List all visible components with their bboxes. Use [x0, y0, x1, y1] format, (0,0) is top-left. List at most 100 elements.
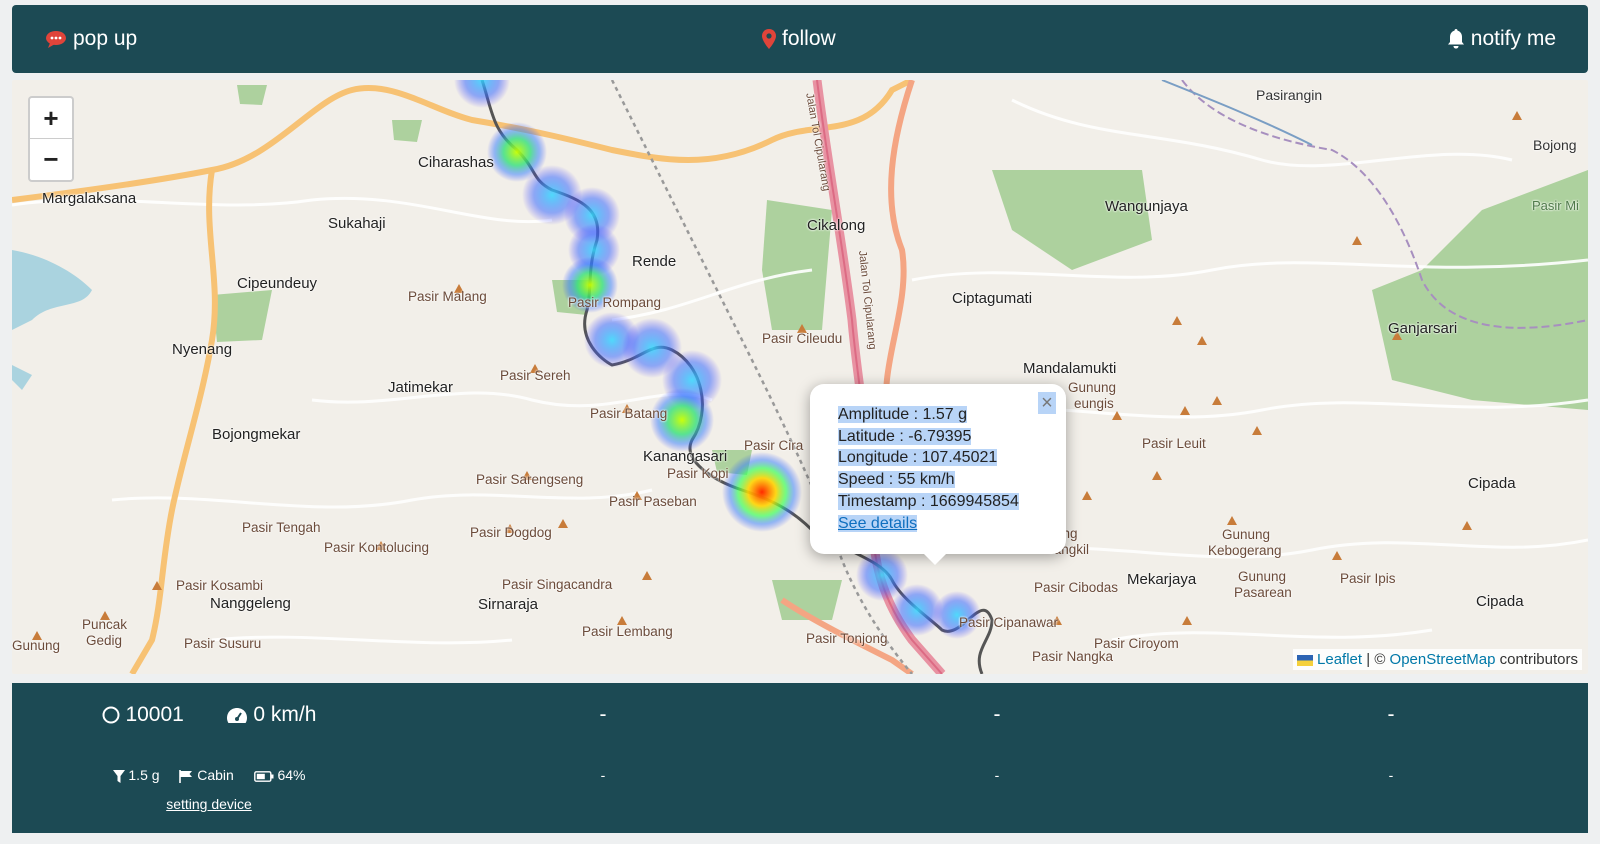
place-label: Nanggeleng: [210, 595, 291, 612]
popup-speed: Speed : 55 km/h: [838, 471, 955, 489]
place-label: Pasir Ipis: [1340, 571, 1396, 586]
panel-value: -: [993, 703, 1001, 726]
place-label: Gedig: [86, 633, 123, 648]
setting-device-link[interactable]: setting device: [166, 796, 252, 812]
circle-icon: [102, 706, 120, 724]
place-label: Gunung: [1068, 380, 1117, 395]
place-label: Mekarjaya: [1127, 571, 1197, 588]
zoom-in-button[interactable]: +: [30, 98, 72, 139]
notify-toggle-label: notify me: [1470, 27, 1556, 50]
place-label: Gunung: [12, 638, 61, 653]
device-details: 1.5 g Cabin 64%: [12, 767, 406, 783]
place-label: Ciharashas: [418, 154, 494, 171]
place-label: Pasirangin: [1256, 87, 1323, 103]
place-label: Pasir Rompang: [568, 295, 662, 310]
see-details-link[interactable]: See details: [838, 514, 918, 532]
attribution-contributors: contributors: [1499, 651, 1578, 668]
place-label: Pasir Batang: [590, 406, 668, 421]
map-popup: × Amplitude : 1.57 g Latitude : -6.79395…: [810, 384, 1066, 565]
place-label: Mandalamukti: [1023, 360, 1117, 377]
place-label: Pasir Leuit: [1142, 436, 1206, 451]
place-label: Bojongmekar: [212, 426, 301, 443]
place-label: Cikalong: [807, 217, 866, 234]
place-label: Puncak: [82, 617, 128, 632]
device-battery: 64%: [277, 767, 306, 783]
place-label: Pasir Cibodas: [1034, 580, 1119, 595]
device-panel: 10001 0 km/h 1.5 g Cabin 64% setting dev…: [12, 683, 406, 833]
osm-link[interactable]: OpenStreetMap: [1390, 651, 1496, 668]
place-label: Rende: [632, 253, 677, 270]
place-label: Pasir Malang: [408, 289, 487, 304]
place-label: Bojong: [1533, 137, 1577, 153]
popup-tip: [923, 553, 947, 565]
follow-toggle-label: follow: [782, 27, 836, 50]
top-bar: pop up follow notify me: [12, 5, 1588, 73]
place-label: Sukahaji: [328, 215, 386, 232]
device-setting-row: setting device: [12, 796, 406, 812]
place-label: Pasir Paseban: [609, 494, 697, 509]
flag-icon: [179, 769, 193, 783]
speedometer-icon: [226, 708, 247, 724]
popup-toggle[interactable]: pop up: [45, 5, 137, 73]
map-attribution: Leaflet | © OpenStreetMap contributors: [1292, 649, 1582, 670]
place-label: Pasarean: [1234, 585, 1292, 600]
place-label: Nyenang: [172, 341, 233, 358]
place-label: Kebogerang: [1208, 543, 1282, 558]
device-panel: - -: [1194, 683, 1588, 833]
follow-toggle[interactable]: follow: [762, 5, 836, 73]
popup-timestamp: Timestamp : 1669945854: [838, 492, 1019, 510]
place-label: Pasir Dogdog: [470, 525, 552, 540]
place-label: Cipada: [1476, 593, 1524, 610]
device-threshold: 1.5 g: [128, 767, 160, 783]
panel-value: -: [1387, 703, 1395, 726]
panel-detail: -: [600, 767, 606, 783]
speech-bubble-icon: [46, 31, 66, 48]
place-label: Jatimekar: [388, 379, 454, 396]
place-label: Margalaksana: [42, 190, 137, 207]
device-id: 10001: [125, 703, 184, 726]
place-label: Ciptagumati: [952, 290, 1033, 307]
device-summary: 10001 0 km/h: [12, 703, 406, 727]
popup-latitude: Latitude : -6.79395: [838, 427, 972, 445]
zoom-control: + −: [28, 96, 74, 182]
place-label: Pasir Cipanawar: [959, 615, 1059, 630]
place-label: Wangunjaya: [1105, 198, 1188, 215]
place-label: Pasir Singacandra: [502, 577, 613, 592]
popup-content: Amplitude : 1.57 g Latitude : -6.79395 L…: [838, 404, 1019, 534]
popup-amplitude: Amplitude : 1.57 g: [838, 406, 967, 423]
place-label: Pasir Mi: [1532, 198, 1579, 213]
place-label: Pasir Kontolucing: [324, 540, 430, 555]
place-label: Gunung: [1222, 527, 1271, 542]
place-label: Pasir Cira: [744, 438, 804, 453]
popup-toggle-label: pop up: [73, 27, 138, 50]
place-label: Pasir Cileudu: [762, 331, 843, 346]
place-label: Cipeundeuy: [237, 275, 318, 292]
attribution-separator: | ©: [1366, 651, 1386, 668]
place-label: Gunung: [1238, 569, 1287, 584]
place-label: Pasir Tonjong: [806, 631, 888, 646]
ukraine-flag-icon: [1296, 654, 1313, 666]
place-label: Pasir Kopi: [667, 466, 729, 481]
map-view[interactable]: Pasirangin Bojong Pasir Mi Ciharashas Ma…: [12, 80, 1588, 674]
popup-close-button[interactable]: ×: [1038, 392, 1056, 414]
zoom-out-button[interactable]: −: [30, 139, 72, 179]
place-label: Pasir Nangka: [1032, 649, 1114, 664]
panel-detail: -: [994, 767, 1000, 783]
place-label: Sirnaraja: [478, 596, 539, 613]
leaflet-link[interactable]: Leaflet: [1317, 651, 1362, 668]
panel-detail: -: [1388, 767, 1394, 783]
map-marker-icon: [762, 29, 776, 49]
battery-icon: [253, 770, 274, 782]
place-label: Pasir Sarengseng: [476, 472, 584, 487]
place-label: Cipada: [1468, 475, 1516, 492]
panel-value: -: [599, 703, 607, 726]
place-label: Pasir Lembang: [582, 624, 673, 639]
device-panel: - -: [406, 683, 800, 833]
place-label: Pasir Susuru: [184, 636, 262, 651]
place-label: Pasir Tengah: [242, 520, 321, 535]
notify-toggle[interactable]: notify me: [1447, 5, 1556, 73]
bell-icon: [1447, 29, 1464, 49]
popup-longitude: Longitude : 107.45021: [838, 449, 998, 467]
filter-icon: [112, 769, 125, 783]
device-speed: 0 km/h: [253, 703, 317, 726]
